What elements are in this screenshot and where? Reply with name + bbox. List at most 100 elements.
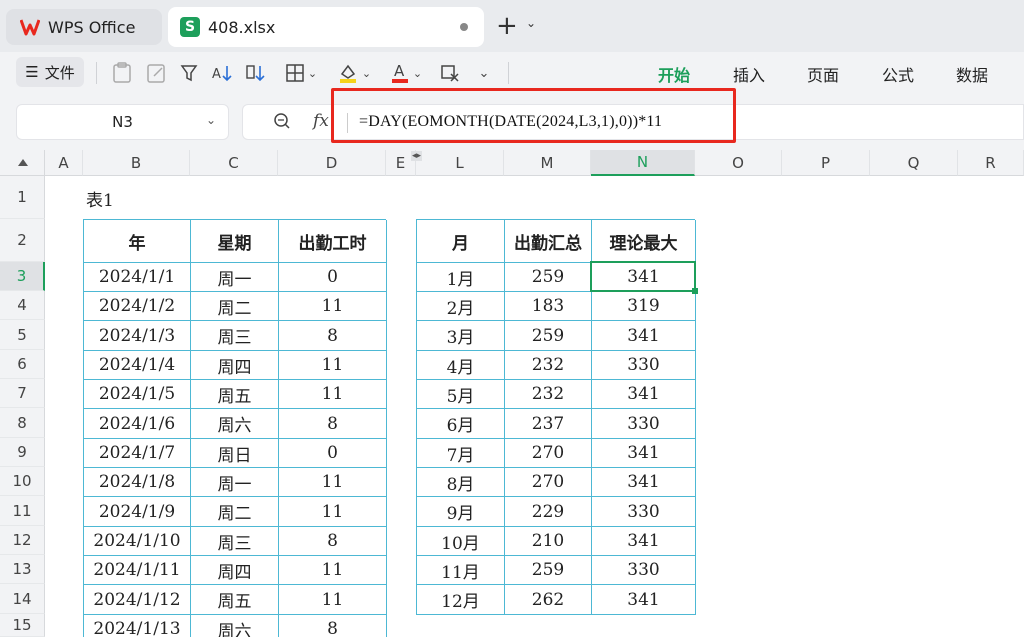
table2-cell[interactable]: 259 xyxy=(505,321,592,351)
column-header-p[interactable]: P xyxy=(782,150,870,176)
table1-cell[interactable]: 11 xyxy=(279,585,387,615)
table1-cell[interactable]: 2024/1/8 xyxy=(84,468,191,497)
table1-cell[interactable]: 周一 xyxy=(191,263,279,292)
table1-cell[interactable]: 周二 xyxy=(191,292,279,321)
table1-cell[interactable]: 2024/1/5 xyxy=(84,380,191,409)
table1-cell[interactable]: 11 xyxy=(279,380,387,409)
tab-home[interactable]: 开始 xyxy=(658,62,690,86)
table1-cell[interactable]: 2024/1/12 xyxy=(84,585,191,615)
table2-cell[interactable]: 1月 xyxy=(417,263,505,292)
column-header-q[interactable]: Q xyxy=(870,150,958,176)
column-header-b[interactable]: B xyxy=(83,150,190,176)
zoom-search-icon[interactable] xyxy=(273,112,291,134)
table1-cell[interactable]: 2024/1/1 xyxy=(84,263,191,292)
new-tab-plus-icon[interactable]: + xyxy=(496,11,518,41)
row-header-13[interactable]: 13 xyxy=(0,555,45,584)
tab-list-chevron-down-icon[interactable]: ⌄ xyxy=(526,16,536,30)
unsaved-dot-icon[interactable] xyxy=(460,23,468,31)
table2-cell[interactable]: 341 xyxy=(592,439,696,468)
table1-cell[interactable]: 2024/1/10 xyxy=(84,527,191,556)
table1-header-cell[interactable]: 星期 xyxy=(191,220,279,263)
table2-cell[interactable]: 270 xyxy=(505,439,592,468)
row-header-1[interactable]: 1 xyxy=(0,176,45,219)
sort-descending-icon[interactable] xyxy=(244,60,268,86)
column-header-m[interactable]: M xyxy=(504,150,591,176)
table1-cell[interactable]: 2024/1/4 xyxy=(84,351,191,380)
table2-cell[interactable]: 12月 xyxy=(417,585,505,615)
row-header-10[interactable]: 10 xyxy=(0,467,45,496)
table1-cell[interactable]: 周二 xyxy=(191,497,279,527)
table2-cell[interactable]: 3月 xyxy=(417,321,505,351)
table2-cell[interactable]: 10月 xyxy=(417,527,505,556)
table1-cell[interactable]: 0 xyxy=(279,439,387,468)
column-header-l[interactable]: L xyxy=(416,150,504,176)
table2-cell[interactable]: 330 xyxy=(592,497,696,527)
row-header-4[interactable]: 4 xyxy=(0,291,45,320)
fx-icon[interactable]: fx xyxy=(313,111,329,131)
table1-cell[interactable]: 11 xyxy=(279,556,387,585)
table2-cell[interactable]: 259 xyxy=(505,556,592,585)
row-header-15[interactable]: 15 xyxy=(0,614,45,637)
table2-cell[interactable]: 341 xyxy=(592,527,696,556)
table1-cell[interactable]: 11 xyxy=(279,468,387,497)
table1-cell[interactable]: 周六 xyxy=(191,409,279,439)
table2-cell[interactable]: 330 xyxy=(592,556,696,585)
fill-color-dropdown-icon[interactable]: ⌄ xyxy=(334,60,374,86)
more-tools-chevron-down-icon[interactable]: ⌄ xyxy=(474,60,494,86)
row-header-6[interactable]: 6 xyxy=(0,350,45,379)
sort-ascending-icon[interactable]: A xyxy=(210,60,234,86)
column-header-a[interactable]: A xyxy=(45,150,83,176)
tab-formulas[interactable]: 公式 xyxy=(882,62,914,86)
table1-cell[interactable]: 11 xyxy=(279,351,387,380)
table2-cell[interactable]: 237 xyxy=(505,409,592,439)
table1-cell[interactable]: 2024/1/11 xyxy=(84,556,191,585)
file-menu-button[interactable]: ☰ 文件 xyxy=(16,57,84,87)
wps-office-tab[interactable]: WPS Office xyxy=(6,9,162,45)
table2-cell[interactable]: 259 xyxy=(505,263,592,292)
row-header-9[interactable]: 9 xyxy=(0,438,45,467)
table2-cell[interactable]: 6月 xyxy=(417,409,505,439)
table2-cell[interactable]: 9月 xyxy=(417,497,505,527)
table2-header-cell[interactable]: 理论最大 xyxy=(592,220,696,263)
table2-cell[interactable]: 5月 xyxy=(417,380,505,409)
paste-values-icon[interactable] xyxy=(110,60,134,86)
table2-cell[interactable]: 232 xyxy=(505,351,592,380)
hidden-columns-expand-icon[interactable]: ◂▸ xyxy=(411,151,423,161)
table1-cell[interactable]: 周五 xyxy=(191,585,279,615)
column-header-r[interactable]: R xyxy=(958,150,1024,176)
table2-cell[interactable]: 210 xyxy=(505,527,592,556)
table2-cell[interactable]: 8月 xyxy=(417,468,505,497)
table1-cell[interactable]: 周四 xyxy=(191,556,279,585)
table2-cell[interactable]: 319 xyxy=(592,292,696,321)
column-header-o[interactable]: O xyxy=(695,150,782,176)
tab-insert[interactable]: 插入 xyxy=(733,62,765,86)
table2-cell[interactable]: 183 xyxy=(505,292,592,321)
table1-cell[interactable]: 2024/1/3 xyxy=(84,321,191,351)
table2-cell[interactable]: 341 xyxy=(592,585,696,615)
table1-cell[interactable]: 2024/1/6 xyxy=(84,409,191,439)
table1-cell[interactable]: 8 xyxy=(279,527,387,556)
table2-cell[interactable]: 4月 xyxy=(417,351,505,380)
table2-cell[interactable]: 341 xyxy=(592,263,696,292)
table2-header-cell[interactable]: 月 xyxy=(417,220,505,263)
table1-cell[interactable]: 2024/1/13 xyxy=(84,615,191,637)
table1-label[interactable]: 表1 xyxy=(86,186,114,211)
clear-format-icon[interactable] xyxy=(438,60,462,86)
row-header-5[interactable]: 5 xyxy=(0,320,45,350)
table1-cell[interactable]: 2024/1/7 xyxy=(84,439,191,468)
fill-handle[interactable] xyxy=(692,288,698,294)
table2-cell[interactable]: 232 xyxy=(505,380,592,409)
column-header-c[interactable]: C xyxy=(190,150,278,176)
table1-cell[interactable]: 周一 xyxy=(191,468,279,497)
table2-cell[interactable]: 11月 xyxy=(417,556,505,585)
table2-cell[interactable]: 7月 xyxy=(417,439,505,468)
table2-cell[interactable]: 341 xyxy=(592,321,696,351)
column-header-d[interactable]: D xyxy=(278,150,386,176)
borders-dropdown-icon[interactable]: ⌄ xyxy=(282,60,320,86)
table1-cell[interactable]: 2024/1/9 xyxy=(84,497,191,527)
table1-cell[interactable]: 0 xyxy=(279,263,387,292)
tab-page[interactable]: 页面 xyxy=(807,62,839,86)
tab-data[interactable]: 数据 xyxy=(956,62,988,86)
row-header-7[interactable]: 7 xyxy=(0,379,45,408)
table1-cell[interactable]: 8 xyxy=(279,321,387,351)
